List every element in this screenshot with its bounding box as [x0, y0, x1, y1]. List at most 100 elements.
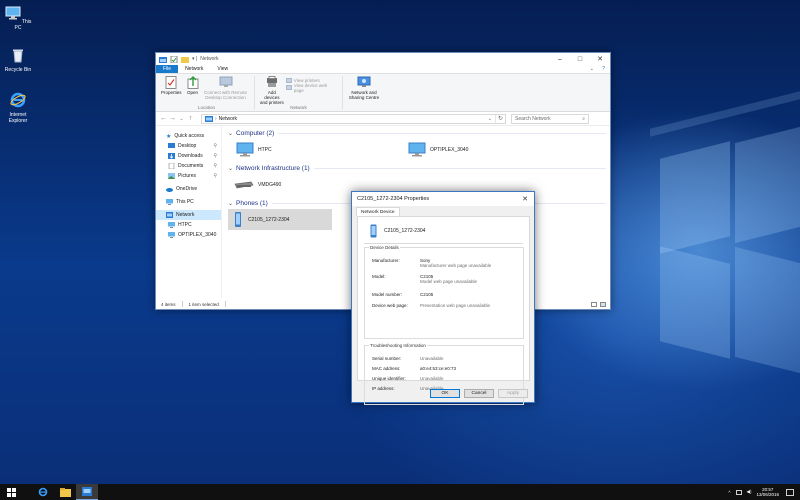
network-item-optiplex[interactable]: OPTIPLEX_3040	[404, 139, 468, 160]
network-icon	[82, 487, 92, 496]
network-sharing-label: Network and Sharing Centre	[348, 90, 380, 100]
taskbar-file-explorer[interactable]	[54, 484, 76, 500]
recent-locations-icon[interactable]: ⌄	[177, 116, 186, 122]
tray-chevron-icon[interactable]: ^	[728, 490, 730, 495]
web-page-label: Device web page:	[372, 303, 408, 308]
taskbar-internet-explorer[interactable]	[32, 484, 54, 500]
cancel-button[interactable]: Cancel	[464, 389, 494, 398]
dialog-close-icon[interactable]: ✕	[516, 195, 534, 203]
item-label: C2105_1272-2304	[248, 216, 290, 223]
minimize-button[interactable]: –	[550, 53, 570, 65]
details-view-icon[interactable]	[591, 301, 597, 307]
nav-this-pc[interactable]: This PC	[156, 197, 221, 207]
clock[interactable]: 20:57 13/06/2016	[756, 487, 779, 497]
system-tray: ^ ◀) 20:57 13/06/2016	[728, 487, 800, 497]
view-device-web-page-label: View device web page	[293, 82, 328, 93]
devices-printers-icon	[266, 76, 277, 87]
explorer-titlebar[interactable]: ▾ | Network – □ ✕	[156, 53, 610, 65]
properties-qat-icon[interactable]	[170, 55, 178, 63]
web-page-icon	[285, 85, 292, 90]
address-bar[interactable]: › Network ⌄ ↻	[201, 113, 506, 124]
network-item-htpc[interactable]: HTPC	[232, 139, 272, 160]
new-folder-qat-icon[interactable]	[181, 56, 189, 63]
desktop-icon-label: Internet Explorer	[8, 112, 28, 124]
breadcrumb-network[interactable]: Network	[219, 116, 237, 122]
remote-desktop-button[interactable]: Connect with Remote Desktop Connection	[202, 76, 250, 100]
view-device-web-page-button[interactable]: View device web page	[285, 82, 338, 93]
refresh-icon[interactable]: ↻	[495, 114, 505, 123]
close-button[interactable]: ✕	[590, 53, 610, 65]
add-devices-label: Add devices and printers	[260, 90, 284, 105]
ribbon-group-label: Network	[290, 105, 307, 110]
dialog-titlebar[interactable]: C2105_1272-2304 Properties ✕	[352, 192, 534, 206]
nav-htpc[interactable]: HTPC	[156, 220, 221, 230]
nav-label: Pictures	[178, 173, 197, 179]
desktop-icon-this-pc[interactable]: This PC	[1, 5, 35, 31]
tab-network[interactable]: Network	[178, 65, 210, 73]
computer-icon	[166, 199, 173, 205]
uid-value: Unavailable	[420, 376, 444, 381]
notification-center-icon[interactable]	[786, 488, 794, 496]
group-header-infrastructure[interactable]: ⌄ Network Infrastructure (1)	[226, 163, 606, 174]
ok-button[interactable]: OK	[430, 389, 460, 398]
clock-date: 13/06/2016	[756, 492, 779, 497]
device-details-legend: Device Details	[369, 245, 400, 250]
nav-label: This PC	[176, 199, 194, 205]
pictures-folder-icon	[168, 173, 175, 179]
desktop-icon-internet-explorer[interactable]: Internet Explorer	[1, 92, 35, 124]
tab-file[interactable]: File	[156, 65, 179, 73]
tab-view[interactable]: View	[210, 65, 235, 73]
web-page-value: Presentation web page unavailable	[420, 303, 491, 308]
chevron-down-icon: ⌄	[228, 131, 234, 137]
network-item-router[interactable]: VMDG490	[230, 174, 281, 195]
remote-desktop-label: Connect with Remote Desktop Connection	[204, 90, 248, 100]
taskbar-network-window[interactable]	[76, 484, 98, 500]
model-number-value: C2105	[420, 292, 434, 297]
maximize-button[interactable]: □	[570, 53, 590, 65]
large-icons-view-icon[interactable]	[600, 301, 606, 307]
address-dropdown-icon[interactable]: ⌄	[488, 116, 492, 122]
ribbon-expand-icon[interactable]: ⌄	[590, 66, 594, 72]
open-icon	[187, 76, 199, 89]
nav-downloads[interactable]: Downloads ⚲	[156, 151, 221, 161]
nav-onedrive[interactable]: OneDrive	[156, 184, 221, 194]
desktop-icon-label: Recycle Bin	[4, 67, 32, 73]
file-explorer-icon	[59, 487, 71, 497]
network-sharing-centre-button[interactable]: Network and Sharing Centre	[346, 76, 382, 100]
properties-button[interactable]: Properties	[159, 76, 184, 95]
ribbon-group-label: Location	[197, 105, 215, 110]
nav-quick-access[interactable]: ★ Quick access	[156, 131, 221, 141]
group-title: Computer (2)	[236, 130, 275, 137]
nav-pictures[interactable]: Pictures ⚲	[156, 171, 221, 181]
apply-button[interactable]: Apply	[498, 389, 528, 398]
forward-arrow-icon[interactable]: →	[168, 115, 177, 122]
open-button[interactable]: Open	[184, 76, 202, 95]
nav-documents[interactable]: Documents ⚲	[156, 161, 221, 171]
pin-icon: ⚲	[213, 143, 217, 149]
volume-icon[interactable]: ◀)	[747, 489, 752, 495]
add-devices-button[interactable]: Add devices and printers	[258, 76, 286, 105]
nav-desktop[interactable]: Desktop ⚲	[156, 141, 221, 151]
search-box[interactable]: Search Network ⌕	[511, 113, 589, 124]
back-arrow-icon[interactable]: ←	[159, 115, 168, 122]
qat-dropdown-icon[interactable]: ▾ |	[192, 56, 197, 62]
network-tray-icon[interactable]	[735, 489, 742, 495]
nav-label: OneDrive	[176, 186, 198, 192]
ribbon-tabs: File Network View	[156, 65, 610, 74]
start-button[interactable]	[0, 484, 22, 500]
manufacturer-label: Manufacturer:	[372, 258, 400, 263]
recycle-bin-icon	[13, 49, 23, 63]
phone-icon	[235, 212, 241, 227]
search-icon: ⌕	[582, 115, 585, 122]
help-icon[interactable]: ?	[602, 66, 605, 72]
nav-network[interactable]: Network	[156, 210, 221, 220]
up-arrow-icon[interactable]: ↑	[186, 115, 195, 122]
logo-light-beam	[660, 246, 730, 359]
group-header-computer[interactable]: ⌄ Computer (2)	[226, 128, 606, 139]
desktop-icon-recycle-bin[interactable]: Recycle Bin	[1, 47, 35, 73]
network-item-phone[interactable]: C2105_1272-2304	[228, 209, 332, 230]
device-details-group: Device Details Manufacturer: Sony Manufac…	[364, 245, 524, 339]
tab-network-device[interactable]: Network Device	[356, 207, 400, 216]
selection-count: 1 item selected	[188, 301, 219, 307]
nav-optiplex[interactable]: OPTIPLEX_3040	[156, 230, 221, 240]
